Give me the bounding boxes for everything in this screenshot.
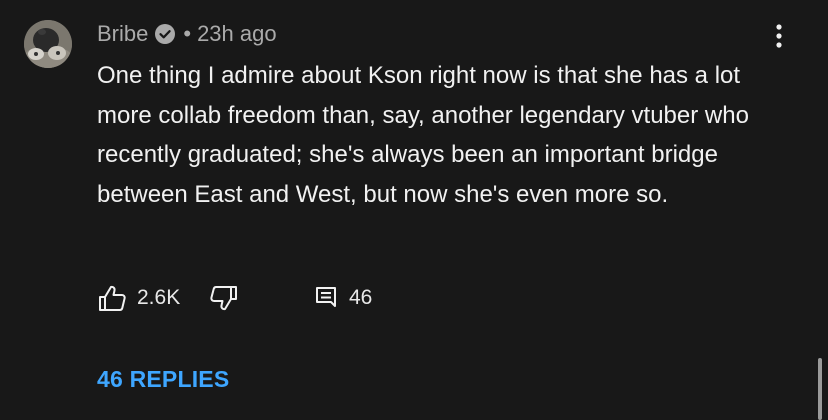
thumbs-up-icon (97, 283, 127, 313)
thumbs-down-icon (209, 283, 239, 313)
author-name[interactable]: Bribe (97, 21, 148, 47)
comment-icon (315, 283, 339, 313)
dislike-button[interactable] (209, 283, 239, 313)
comment-timestamp[interactable]: 23h ago (197, 21, 277, 47)
meta-separator: • (183, 21, 192, 46)
avatar-image (24, 20, 72, 68)
scrollbar[interactable] (818, 358, 822, 420)
verified-check-icon (155, 24, 176, 44)
comment-thread: Bribe • 23h ago One thing I admire about… (0, 0, 828, 420)
like-button[interactable]: 2.6K (97, 283, 180, 313)
like-count: 2.6K (137, 286, 181, 309)
author-avatar[interactable] (24, 20, 72, 68)
reply-count: 46 (349, 286, 373, 309)
comment-header: Bribe • 23h ago (97, 20, 277, 48)
more-vert-icon[interactable] (770, 22, 788, 52)
reply-button[interactable]: 46 (315, 283, 372, 313)
comment-text: One thing I admire about Kson right now … (97, 62, 749, 208)
view-replies-link[interactable]: 46 REPLIES (97, 366, 229, 393)
